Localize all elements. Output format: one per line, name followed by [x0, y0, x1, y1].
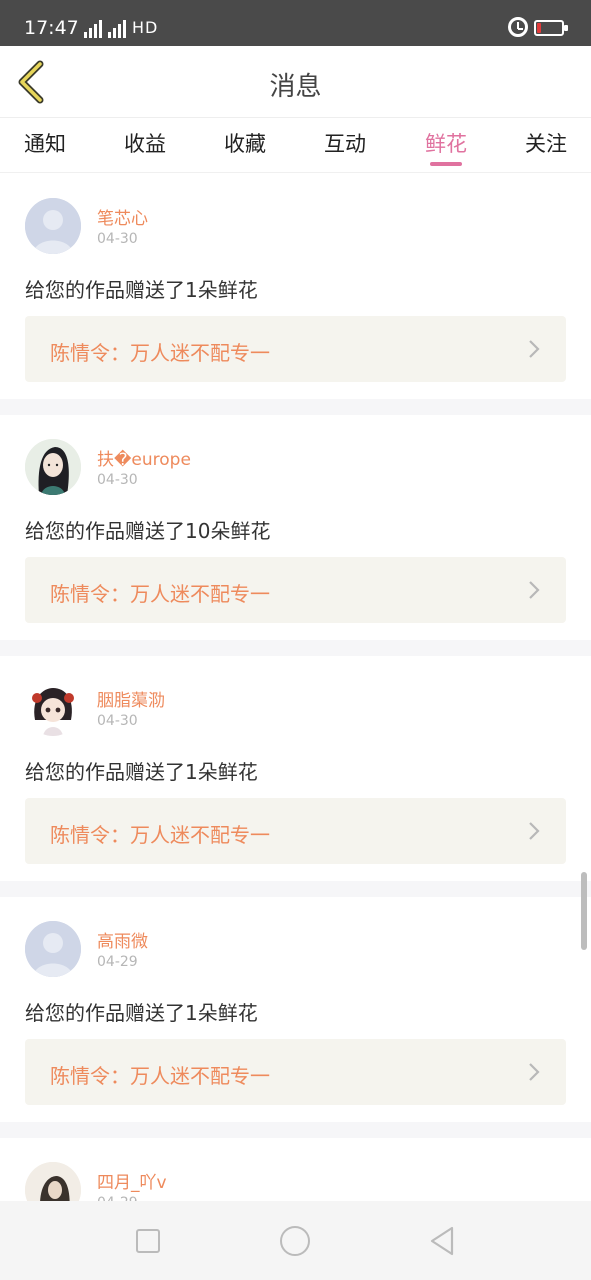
- sender-name[interactable]: 高雨微: [97, 927, 148, 952]
- sender-name[interactable]: 胭脂蕖泐: [97, 686, 165, 711]
- divider: [0, 1122, 591, 1138]
- page-title: 消息: [269, 72, 322, 102]
- sender-name[interactable]: 笔芯心: [97, 204, 148, 229]
- chevron-right-icon: [529, 340, 540, 358]
- tab-favorites[interactable]: 收藏: [224, 128, 266, 158]
- default-avatar[interactable]: [25, 198, 81, 254]
- work-link[interactable]: 陈情令：万人迷不配专一: [25, 1039, 566, 1105]
- chibi-girl-avatar[interactable]: [25, 680, 81, 736]
- message-date: 04-30: [97, 472, 138, 488]
- work-link[interactable]: 陈情令：万人迷不配专一: [25, 798, 566, 864]
- triangle-back-icon[interactable]: [428, 1225, 456, 1257]
- chevron-right-icon: [529, 1063, 540, 1081]
- message-date: 04-29: [97, 954, 138, 970]
- work-title: 陈情令：万人迷不配专一: [50, 823, 270, 847]
- circle-icon[interactable]: [280, 1226, 310, 1256]
- list-item: 扶�europe 04-30 给您的作品赠送了10朵鲜花 陈情令：万人迷不配专一: [0, 415, 591, 640]
- work-title: 陈情令：万人迷不配专一: [50, 1064, 270, 1088]
- tab-earnings[interactable]: 收益: [124, 128, 166, 158]
- tab-follow[interactable]: 关注: [525, 128, 567, 158]
- message-date: 04-30: [97, 231, 138, 247]
- work-link[interactable]: 陈情令：万人迷不配专一: [25, 316, 566, 382]
- tab-bar: 通知 收益 收藏 互动 鲜花 关注: [0, 118, 591, 173]
- sender-name[interactable]: 四月_吖v: [97, 1168, 167, 1193]
- signal-icon: HD: [84, 18, 158, 38]
- message-text: 给您的作品赠送了1朵鲜花: [25, 1001, 258, 1025]
- message-text: 给您的作品赠送了10朵鲜花: [25, 519, 271, 543]
- chevron-right-icon: [529, 581, 540, 599]
- divider: [0, 640, 591, 656]
- system-nav-bar: [0, 1201, 591, 1280]
- battery-icon: [534, 20, 568, 36]
- alarm-icon: [508, 17, 528, 37]
- battery-level: [537, 23, 541, 33]
- message-date: 04-30: [97, 713, 138, 729]
- active-tab-indicator: [430, 162, 462, 166]
- work-title: 陈情令：万人迷不配专一: [50, 582, 270, 606]
- work-title: 陈情令：万人迷不配专一: [50, 341, 270, 365]
- scrollbar[interactable]: [581, 872, 587, 950]
- list-item: 四月_吖v 04-29: [0, 1138, 591, 1208]
- square-icon[interactable]: [136, 1229, 160, 1253]
- illustrated-girl-avatar[interactable]: [25, 439, 81, 495]
- divider: [0, 399, 591, 415]
- chevron-right-icon: [529, 822, 540, 840]
- list-item: 高雨微 04-29 给您的作品赠送了1朵鲜花 陈情令：万人迷不配专一: [0, 897, 591, 1122]
- status-time: 17:47: [24, 17, 79, 39]
- message-text: 给您的作品赠送了1朵鲜花: [25, 278, 258, 302]
- list-item: 笔芯心 04-30 给您的作品赠送了1朵鲜花 陈情令：万人迷不配专一: [0, 174, 591, 399]
- divider: [0, 881, 591, 897]
- message-text: 给您的作品赠送了1朵鲜花: [25, 760, 258, 784]
- tab-flowers[interactable]: 鲜花: [425, 128, 467, 158]
- list-item: 胭脂蕖泐 04-30 给您的作品赠送了1朵鲜花 陈情令：万人迷不配专一: [0, 656, 591, 881]
- tab-interaction[interactable]: 互动: [324, 128, 366, 158]
- work-link[interactable]: 陈情令：万人迷不配专一: [25, 557, 566, 623]
- sender-name[interactable]: 扶�europe: [97, 445, 191, 470]
- default-avatar[interactable]: [25, 921, 81, 977]
- tab-notice[interactable]: 通知: [24, 128, 66, 158]
- status-bar: 17:47 HD: [0, 0, 591, 46]
- header: 消息: [0, 46, 591, 118]
